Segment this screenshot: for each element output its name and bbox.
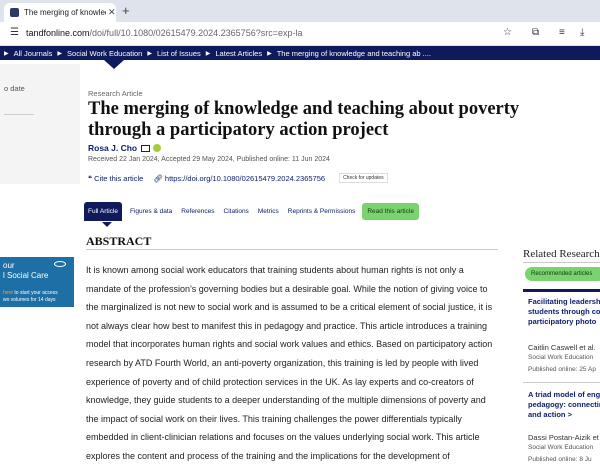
related-research-heading: Related Research <box>523 248 600 260</box>
article-links: ❝ Cite this article 🔗︎ https://doi.org/1… <box>88 173 388 183</box>
breadcrumb-current: The merging of knowledge and teaching ab… <box>276 48 431 58</box>
related-item-1-title[interactable]: Facilitating leadership students through… <box>528 297 600 327</box>
related-divider <box>523 262 600 263</box>
related-item-1-title-line: Facilitating leadership <box>528 297 600 306</box>
breadcrumb-all-journals[interactable]: All Journals <box>14 49 53 58</box>
ad-line-2: l Social Care <box>3 271 49 280</box>
abstract-text: It is known among social work educators … <box>86 265 493 461</box>
link-icon: 🔗︎ <box>153 173 165 183</box>
breadcrumb-latest[interactable]: Latest Articles <box>215 49 262 58</box>
address-bar[interactable]: ☰ tandfonline.com/doi/full/10.1080/02615… <box>0 22 600 46</box>
breadcrumb-arrow-icon: ▶ <box>57 50 63 57</box>
related-item-2-title[interactable]: A triad model of eng pedagogy: connectin… <box>528 390 600 420</box>
related-item-1-title-line: students through co <box>528 307 600 316</box>
cite-link[interactable]: ❝ Cite this article <box>88 174 143 183</box>
recommended-articles-button[interactable]: Recommended articles <box>525 267 600 281</box>
site-info-icon[interactable]: ☰ <box>10 27 19 38</box>
related-item-2-title-line: A triad model of eng <box>528 390 600 399</box>
breadcrumb-arrow-icon: ▶ <box>267 50 272 57</box>
related-active-bar <box>523 289 600 292</box>
breadcrumb-arrow-icon: ▶ <box>205 50 211 57</box>
related-item-2-published: Published online: 8 Ju <box>528 456 592 463</box>
article-tabs: Full Article Figures & data References C… <box>84 200 428 222</box>
tab-figures[interactable]: Figures & data <box>130 208 172 215</box>
bookmark-star-icon[interactable]: ☆ <box>503 27 512 38</box>
author-line: Rosa J. Cho <box>88 143 162 153</box>
orcid-icon[interactable] <box>153 144 162 152</box>
downloads-icon[interactable]: ⤓ <box>580 27 584 38</box>
tab-reprints[interactable]: Reprints & Permissions <box>288 208 356 215</box>
doi-link[interactable]: 🔗︎ https://doi.org/10.1080/02615479.2024… <box>153 174 325 183</box>
abstract-heading: ABSTRACT <box>86 234 152 248</box>
related-item-separator <box>523 382 600 383</box>
tandf-favicon-icon <box>10 8 19 17</box>
browser-tab-strip: The merging of knowledge and teaching ab… <box>0 0 600 22</box>
related-item-1-journal: Social Work Education <box>528 354 594 361</box>
tab-title: The merging of knowledge and teaching ab… <box>24 8 106 17</box>
related-item-1-published: Published online: 25 Ap <box>528 366 596 373</box>
url-text[interactable]: tandfonline.com/doi/full/10.1080/0261547… <box>26 28 302 38</box>
breadcrumb-journal[interactable]: Social Work Education <box>67 49 142 58</box>
tab-references[interactable]: References <box>181 208 214 215</box>
left-panel-date-label: o date <box>4 84 25 93</box>
breadcrumb-issues[interactable]: List of Issues <box>157 49 201 58</box>
left-panel <box>0 64 80 184</box>
ad-here-link[interactable]: here <box>3 290 13 296</box>
ad-line-3: here to start your access wo volumes for … <box>3 290 58 304</box>
author-name[interactable]: Rosa J. Cho <box>88 143 137 153</box>
extensions-icon[interactable]: ⧉ <box>532 27 539 38</box>
new-tab-button[interactable]: + <box>122 3 130 18</box>
breadcrumb-arrow-icon: ▶ <box>4 50 9 57</box>
browser-tab[interactable]: The merging of knowledge and teaching ab… <box>4 3 116 22</box>
breadcrumb: ▶ All Journals ▶ Social Work Education ▶… <box>0 46 600 60</box>
left-panel-divider <box>4 114 34 115</box>
subscription-ad[interactable]: our l Social Care here to start your acc… <box>0 257 74 307</box>
related-item-2-title-line: and action <box>528 410 566 419</box>
media-control-icon[interactable]: ≡ <box>559 27 565 38</box>
tab-citations[interactable]: Citations <box>224 208 249 215</box>
doi-label: https://doi.org/10.1080/02615479.2024.23… <box>164 173 326 183</box>
ad-line-4: wo volumes for 14 days <box>3 297 56 303</box>
breadcrumb-notch <box>104 60 124 69</box>
url-host: tandfonline.com <box>26 28 90 38</box>
chevron-right-icon: > <box>567 410 572 419</box>
tab-full-article[interactable]: Full Article <box>84 201 122 221</box>
url-path: /doi/full/10.1080/02615479.2024.2365756?… <box>89 28 303 38</box>
related-item-2-journal: Social Work Education <box>528 444 594 451</box>
ad-line-1: our <box>3 261 15 270</box>
abstract-divider <box>86 249 498 250</box>
related-item-1-title-line: participatory photo <box>528 317 597 326</box>
related-item-2-title-line: pedagogy: connectin <box>528 400 600 409</box>
cite-label: Cite this article <box>94 173 144 183</box>
article-type: Research Article <box>88 89 143 98</box>
article-title: The merging of knowledge and teaching ab… <box>88 99 520 140</box>
ad-line-3-rest: to start your access <box>13 290 58 296</box>
related-item-2-author: Dassi Postan-Aizik et <box>528 433 599 442</box>
tab-metrics[interactable]: Metrics <box>258 208 279 215</box>
publication-dates: Received 22 Jan 2024, Accepted 29 May 20… <box>88 156 330 163</box>
email-icon[interactable] <box>141 144 151 152</box>
close-tab-icon[interactable]: ✕ <box>108 7 116 18</box>
check-updates-button[interactable]: Check for updates <box>339 173 388 183</box>
related-item-1-author: Caitlin Caswell et al. <box>528 343 596 352</box>
active-tab-notch <box>102 222 112 227</box>
fish-logo-icon <box>54 261 66 267</box>
breadcrumb-arrow-icon: ▶ <box>147 50 152 57</box>
read-article-button[interactable]: Read this article <box>362 202 419 220</box>
